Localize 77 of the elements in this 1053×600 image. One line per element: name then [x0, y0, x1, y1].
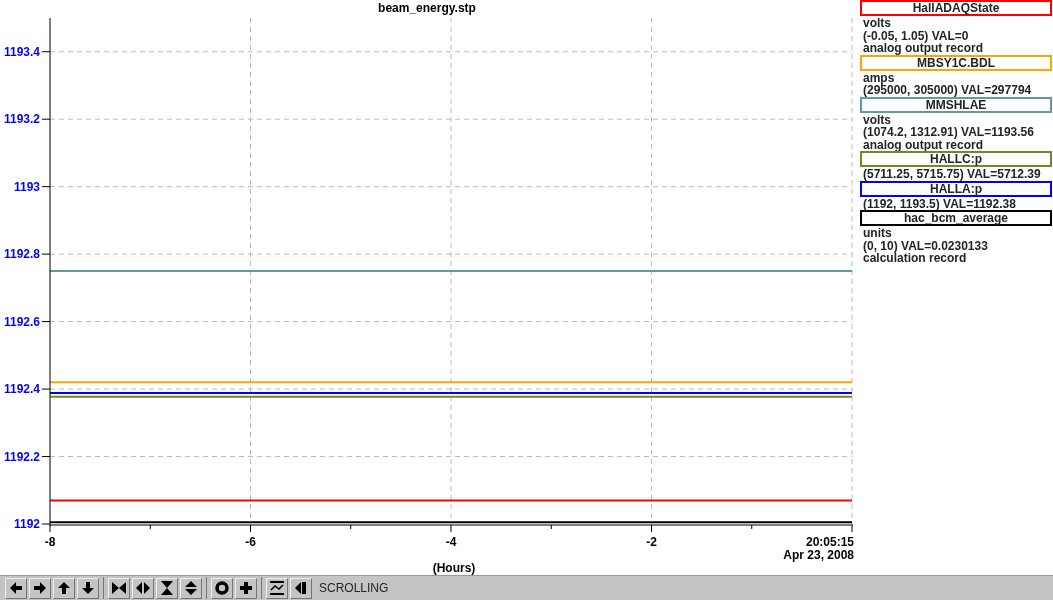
- toolbar-button[interactable]: [156, 577, 178, 599]
- toolbar-button[interactable]: [235, 577, 257, 599]
- end-time-label: 20:05:15: [805, 535, 854, 549]
- down-arrow-icon: [81, 581, 95, 595]
- chart-title: beam_energy.stp: [378, 1, 476, 15]
- toolbar-button[interactable]: [180, 577, 202, 599]
- x-minor-tick: [350, 524, 352, 530]
- up-down-triangles-icon: [184, 581, 198, 595]
- toolbar-button[interactable]: [266, 577, 288, 599]
- x-tick-label: -2: [646, 535, 657, 549]
- x-minor-tick: [149, 524, 151, 530]
- outward-triangles-icon: [136, 581, 150, 595]
- status-text: SCROLLING: [319, 580, 389, 597]
- toolbar-button[interactable]: [108, 577, 130, 599]
- x-tick: [450, 524, 452, 533]
- left-arrow-icon: [9, 581, 23, 595]
- x-tick: [250, 524, 251, 533]
- legend-title[interactable]: HALLC:p: [860, 151, 1052, 167]
- y-tick-label: 1193.2: [3, 112, 40, 127]
- y-tick-label: 1192.2: [3, 449, 40, 464]
- x-tick: [49, 524, 51, 533]
- legend-info: (5711.25, 5715.75) VAL=5712.39: [862, 168, 1042, 181]
- date-label: Apr 23, 2008: [783, 548, 854, 562]
- y-tick: [41, 321, 51, 323]
- legend-info: (295000, 305000) VAL=297794: [862, 84, 1033, 97]
- toolbar-button[interactable]: [290, 577, 312, 599]
- ring-icon: [215, 581, 229, 595]
- x-tick-label: -6: [245, 535, 256, 549]
- inward-triangles-icon: [112, 581, 126, 595]
- x-axis-label: (Hours): [432, 561, 476, 575]
- legend-info: volts: [862, 113, 892, 126]
- y-tick-label: 1193.4: [3, 44, 40, 59]
- x-tick: [651, 524, 652, 533]
- right-arrow-icon: [33, 581, 47, 595]
- x-minor-tick: [550, 524, 552, 530]
- legend-info: units: [862, 227, 893, 240]
- y-tick-label: 1192.8: [3, 247, 40, 262]
- x-tick-label: -4: [445, 535, 457, 549]
- y-tick: [41, 523, 51, 525]
- y-tick: [41, 51, 51, 53]
- toolbar-button[interactable]: [132, 577, 154, 599]
- legend-info: (0, 10) VAL=0.0230133: [862, 239, 989, 252]
- y-tick: [41, 253, 51, 255]
- y-tick-label: 1192.4: [3, 382, 40, 397]
- legend-title[interactable]: hac_bcm_average: [860, 210, 1052, 226]
- x-tick: [851, 524, 853, 533]
- y-tick-label: 1192: [13, 517, 40, 531]
- y-tick-label: 1193: [13, 179, 40, 194]
- y-tick: [41, 388, 51, 390]
- legend-info: volts: [862, 17, 892, 30]
- legend-title[interactable]: HallADAQState: [860, 0, 1052, 16]
- toolbar-button[interactable]: [77, 577, 99, 599]
- plus-icon: [239, 581, 253, 595]
- arrow-bar-icon: [294, 581, 308, 595]
- legend-info: analog output record: [862, 138, 984, 151]
- legend-title[interactable]: HALLA:p: [860, 180, 1052, 197]
- legend-info: (-0.05, 1.05) VAL=0: [862, 29, 970, 42]
- legend-info: calculation record: [862, 252, 968, 265]
- y-tick: [41, 456, 51, 458]
- x-tick-label: -8: [44, 535, 56, 549]
- y-tick: [41, 118, 51, 120]
- legend-info: (1192, 1193.5) VAL=1192.38: [862, 197, 1017, 210]
- x-minor-tick: [751, 524, 753, 530]
- hourglass-icon: [160, 581, 174, 595]
- toolbar-button[interactable]: [29, 577, 51, 599]
- legend-info: analog output record: [862, 42, 984, 55]
- toolbar-button[interactable]: [53, 577, 75, 599]
- toolbar-button[interactable]: [5, 577, 27, 599]
- legend-info: amps: [862, 71, 895, 84]
- wave-icon: [270, 581, 284, 595]
- legend-title[interactable]: MBSY1C.BDL: [860, 54, 1052, 71]
- up-arrow-icon: [57, 581, 71, 595]
- toolbar-button[interactable]: [211, 577, 233, 599]
- legend-info: (1074.2, 1312.91) VAL=1193.56: [862, 126, 1035, 139]
- y-tick: [41, 186, 51, 188]
- legend-title[interactable]: MMSHLAE: [860, 96, 1052, 113]
- y-tick-label: 1192.6: [3, 314, 40, 329]
